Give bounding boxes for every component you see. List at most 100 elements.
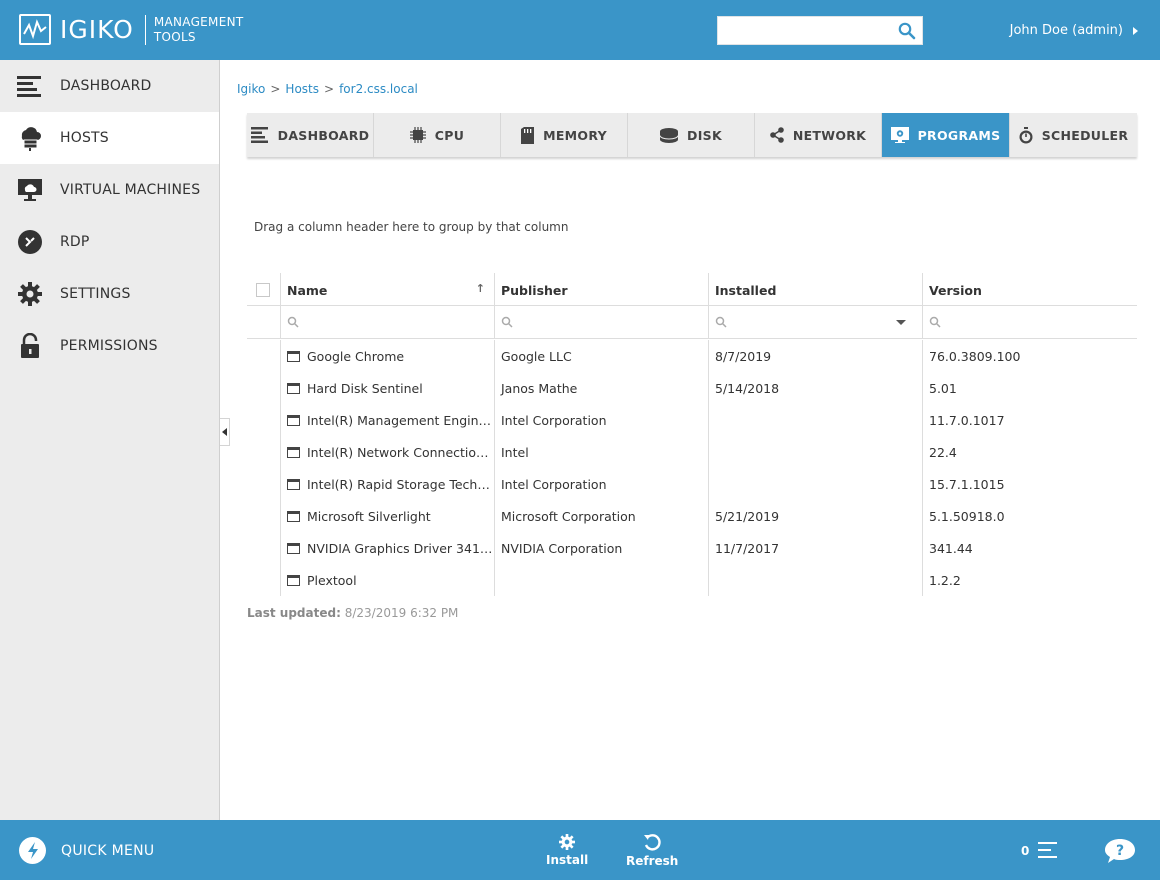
column-header-installed[interactable]: Installed [708, 273, 922, 305]
sidebar-item-rdp[interactable]: RDP [0, 216, 219, 268]
cell-version: 5.1.50918.0 [922, 500, 1137, 532]
row-select-cell [247, 500, 280, 532]
logo-icon [19, 14, 51, 45]
table-row[interactable]: Hard Disk Sentinel Janos Mathe 5/14/2018 5.… [247, 372, 1137, 404]
group-panel[interactable]: Drag a column header here to group by th… [254, 220, 568, 234]
tab-dashboard[interactable]: DASHBOARD [247, 113, 374, 157]
gear-icon [17, 281, 43, 307]
rdp-icon [17, 229, 43, 255]
tab-disk[interactable]: DISK [628, 113, 755, 157]
refresh-icon [644, 834, 661, 851]
cell-installed [708, 564, 922, 596]
table-row[interactable]: Microsoft Silverlight Microsoft Corporati… [247, 500, 1137, 532]
sidebar-item-settings[interactable]: SETTINGS [0, 268, 219, 320]
filter-installed-input[interactable] [708, 306, 922, 338]
cell-name-text: Hard Disk Sentinel [307, 380, 423, 396]
column-header-label: Name [287, 282, 328, 298]
filter-version-input[interactable] [922, 306, 1137, 338]
cell-installed: 5/14/2018 [708, 372, 922, 404]
cell-name: Intel(R) Network Connectio… [280, 436, 494, 468]
sidebar-item-hosts[interactable]: HOSTS [0, 112, 219, 164]
sidebar-item-permissions[interactable]: PERMISSIONS [0, 320, 219, 372]
tab-label: SCHEDULER [1041, 127, 1129, 143]
search-box[interactable] [717, 16, 923, 45]
cpu-icon [409, 127, 426, 143]
sidebar-collapse-toggle[interactable] [220, 418, 230, 446]
cell-publisher [494, 564, 708, 596]
list-icon[interactable] [1038, 841, 1058, 859]
row-select-cell [247, 404, 280, 436]
cell-name: Intel(R) Management Engin… [280, 404, 494, 436]
logo-text: IGIKO [60, 15, 134, 44]
tab-programs[interactable]: PROGRAMS [882, 113, 1010, 157]
column-header-publisher[interactable]: Publisher [494, 273, 708, 305]
select-all-checkbox[interactable] [256, 283, 270, 297]
breadcrumb-hosts[interactable]: Hosts [285, 82, 319, 96]
grid-header-row: Name ↑ Publisher Installed Version [247, 273, 1137, 306]
breadcrumb-host[interactable]: for2.css.local [339, 82, 418, 96]
breadcrumb-igiko[interactable]: Igiko [237, 82, 265, 96]
install-label: Install [546, 853, 589, 867]
chevron-left-icon [222, 428, 227, 436]
cell-name: Intel(R) Rapid Storage Tech… [280, 468, 494, 500]
cell-publisher: Intel Corporation [494, 404, 708, 436]
column-header-name[interactable]: Name ↑ [280, 273, 494, 305]
cell-name-text: Plextool [307, 572, 357, 588]
filter-cell-empty [247, 306, 280, 338]
cell-publisher: Janos Mathe [494, 372, 708, 404]
cell-version: 22.4 [922, 436, 1137, 468]
search-input[interactable] [718, 17, 893, 43]
tab-scheduler[interactable]: SCHEDULER [1010, 113, 1137, 157]
virtual-machines-icon [17, 177, 43, 203]
table-row[interactable]: Intel(R) Network Connectio… Intel 22.4 [247, 436, 1137, 468]
quick-menu-button[interactable]: QUICK MENU [19, 837, 154, 864]
sidebar-item-virtual-machines[interactable]: VIRTUAL MACHINES [0, 164, 219, 216]
row-select-cell [247, 468, 280, 500]
search-icon[interactable] [898, 22, 916, 40]
gear-icon [559, 834, 576, 850]
quick-menu-label: QUICK MENU [61, 842, 155, 859]
cell-name-text: NVIDIA Graphics Driver 341… [307, 540, 493, 556]
cell-installed: 5/21/2019 [708, 500, 922, 532]
table-row[interactable]: Intel(R) Management Engin… Intel Corporat… [247, 404, 1137, 436]
sidebar-item-dashboard[interactable]: DASHBOARD [0, 60, 219, 112]
refresh-label: Refresh [626, 854, 679, 868]
host-tabs: DASHBOARD CPU MEMORY DISK NETWORK PROGRA… [247, 113, 1137, 157]
cell-installed [708, 436, 922, 468]
table-row[interactable]: Intel(R) Rapid Storage Tech… Intel Corpor… [247, 468, 1137, 500]
programs-icon [890, 127, 909, 143]
filter-publisher-input[interactable] [494, 306, 708, 338]
cell-version: 76.0.3809.100 [922, 340, 1137, 372]
chevron-down-icon[interactable] [896, 320, 906, 325]
cell-installed: 11/7/2017 [708, 532, 922, 564]
tab-label: DASHBOARD [277, 127, 370, 143]
hosts-icon [17, 125, 43, 151]
help-icon[interactable]: ? [1104, 837, 1136, 865]
notification-count: 0 [1021, 844, 1030, 858]
cell-name: Microsoft Silverlight [280, 500, 494, 532]
logo-divider [144, 14, 146, 45]
last-updated-value: 8/23/2019 6:32 PM [344, 606, 459, 620]
column-header-version[interactable]: Version [922, 273, 1137, 305]
table-row[interactable]: Plextool 1.2.2 [247, 564, 1137, 596]
window-icon [287, 478, 300, 490]
memory-icon [521, 126, 535, 144]
user-name: John Doe (admin) [1009, 23, 1123, 38]
cell-name: Hard Disk Sentinel [280, 372, 494, 404]
dashboard-icon [250, 127, 269, 143]
table-row[interactable]: Google Chrome Google LLC 8/7/2019 76.0.3809… [247, 340, 1137, 372]
table-row[interactable]: NVIDIA Graphics Driver 341… NVIDIA Corpor… [247, 532, 1137, 564]
install-button[interactable]: Install [546, 834, 588, 867]
filter-name-input[interactable] [280, 306, 494, 338]
user-menu[interactable]: John Doe (admin) [1010, 23, 1138, 38]
sidebar-item-label: PERMISSIONS [60, 338, 158, 354]
window-icon [287, 382, 300, 394]
tab-cpu[interactable]: CPU [374, 113, 501, 157]
sort-ascending-icon: ↑ [475, 282, 485, 295]
tab-network[interactable]: NETWORK [755, 113, 882, 157]
app-logo[interactable]: IGIKO MANAGEMENT TOOLS [19, 14, 244, 45]
refresh-button[interactable]: Refresh [626, 834, 678, 868]
sidebar-item-label: VIRTUAL MACHINES [60, 182, 201, 198]
tab-memory[interactable]: MEMORY [501, 113, 628, 157]
breadcrumb-separator: > [324, 82, 335, 96]
